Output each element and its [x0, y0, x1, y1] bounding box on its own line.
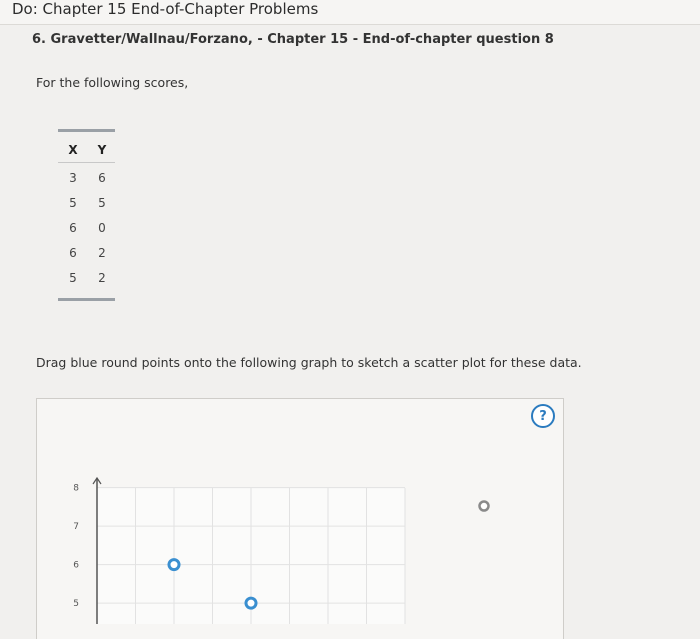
y-tick-labels: 8 7 6 5 — [73, 484, 79, 610]
y-tick-label: 5 — [73, 599, 79, 609]
scatter-point[interactable] — [244, 596, 258, 610]
draggable-point-source[interactable] — [478, 500, 490, 512]
scatter-point[interactable] — [167, 558, 181, 572]
y-tick-label: 6 — [73, 561, 79, 571]
scatter-plot-area: 8 7 6 5 — [73, 476, 490, 624]
y-tick-label: 7 — [73, 522, 79, 532]
y-tick-label: 8 — [73, 484, 79, 494]
